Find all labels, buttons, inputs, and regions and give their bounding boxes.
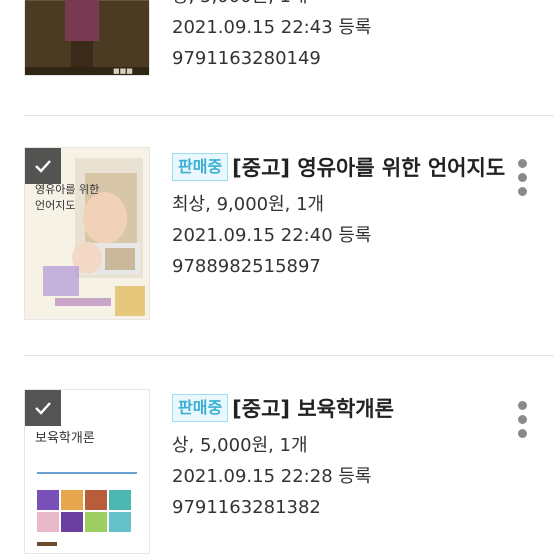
- registered-date: 2021.09.15 22:43 등록: [172, 17, 372, 38]
- condition-price: 상, 5,000원, 1개: [172, 0, 514, 12]
- divider: [24, 115, 554, 116]
- book-cover-3[interactable]: 보육학개론: [24, 389, 150, 554]
- more-vertical-icon[interactable]: [518, 401, 528, 443]
- divider: [24, 355, 554, 356]
- listing-title-row[interactable]: 판매중 [중고] 영유아를 위한 언어지도: [172, 152, 514, 185]
- book-cover-2[interactable]: 영유아를 위한 언어지도: [24, 147, 150, 320]
- svg-text:■■■: ■■■: [113, 67, 133, 75]
- listing-title: [중고] 보육학개론: [232, 397, 394, 421]
- cover-title-line1: 영유아를 위한: [35, 183, 99, 196]
- isbn: 9791163280149: [172, 48, 321, 69]
- checkmark-icon: [35, 160, 51, 173]
- registered-date: 2021.09.15 22:28 등록: [172, 466, 372, 487]
- condition-price: 상, 5,000원, 1개: [172, 435, 308, 456]
- isbn: 9791163281382: [172, 497, 321, 518]
- listing-title-row[interactable]: 판매중 [중고] 보육학개론: [172, 393, 514, 426]
- cover-title: 보육학개론: [35, 431, 95, 446]
- cover-title-line2: 언어지도: [35, 199, 75, 212]
- checkmark-icon: [35, 402, 51, 415]
- book-cover-1[interactable]: ■■■: [24, 0, 150, 76]
- status-badge: 판매중: [172, 394, 229, 422]
- select-checkbox[interactable]: [25, 148, 61, 184]
- isbn: 9788982515897: [172, 256, 321, 277]
- condition-price: 최상, 9,000원, 1개: [172, 194, 325, 215]
- more-vertical-icon[interactable]: [518, 159, 528, 201]
- status-badge: 판매중: [172, 153, 229, 181]
- registered-date: 2021.09.15 22:40 등록: [172, 225, 372, 246]
- select-checkbox[interactable]: [25, 390, 61, 426]
- cover-image-1: ■■■: [25, 0, 149, 75]
- listing-title: [중고] 영유아를 위한 언어지도: [232, 156, 506, 180]
